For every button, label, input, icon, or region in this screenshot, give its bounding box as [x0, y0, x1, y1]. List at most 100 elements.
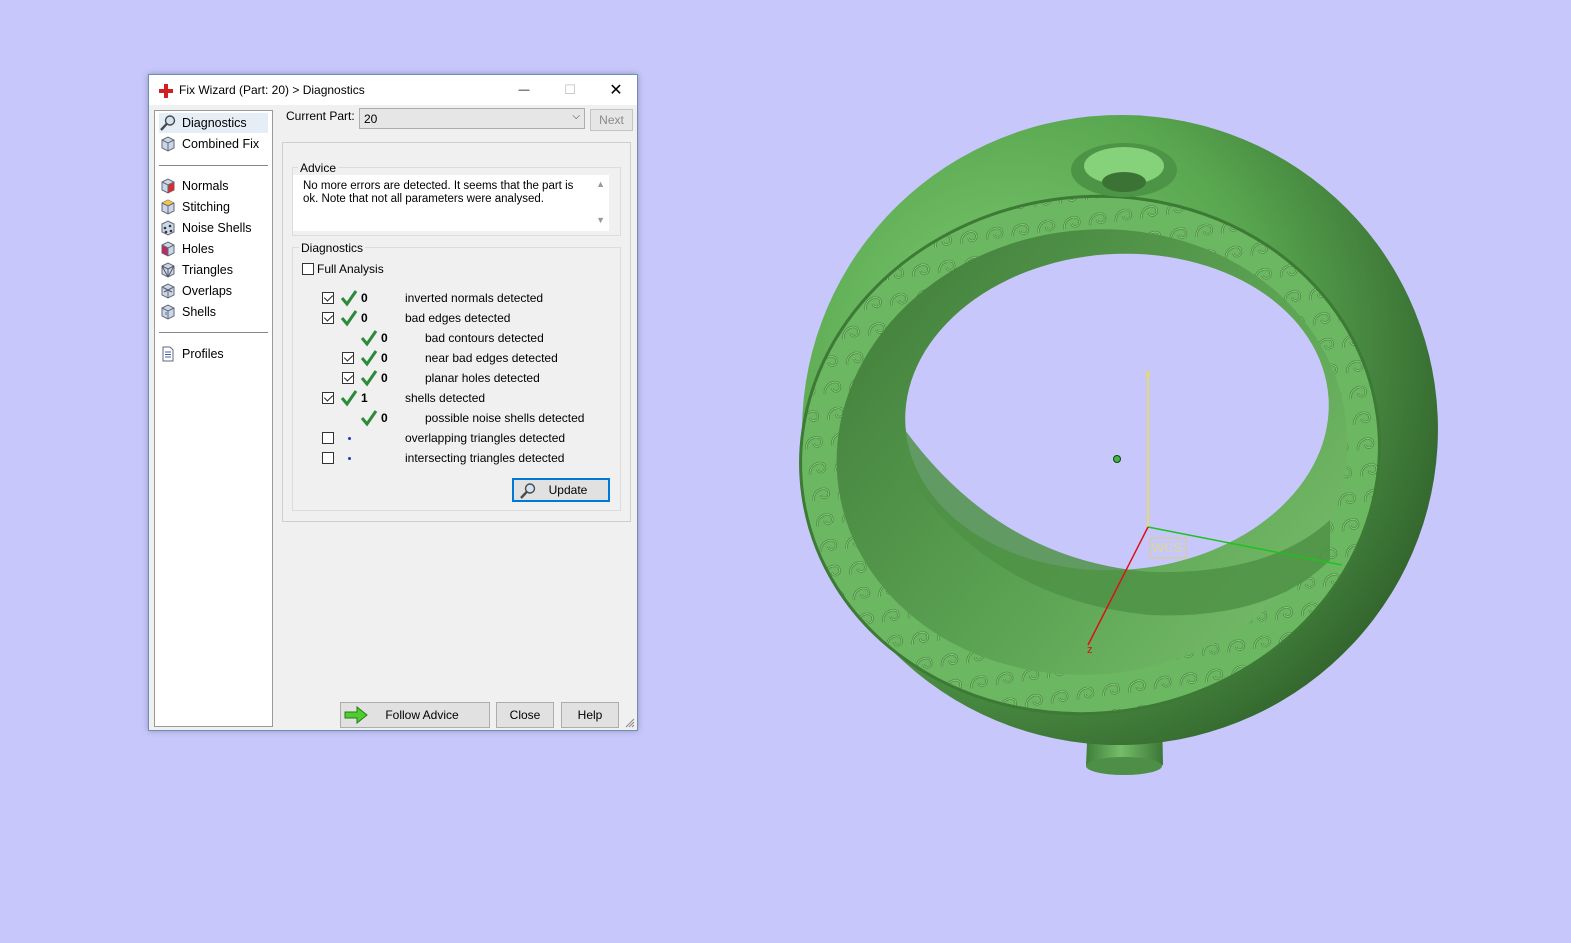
resize-grip-icon[interactable] [625, 718, 635, 728]
maximize-icon: ☐ [564, 82, 576, 97]
check-ok-icon [340, 390, 358, 407]
nav-item-shells[interactable]: Shells [159, 302, 268, 322]
shells-cube-icon [159, 303, 177, 321]
close-window-button[interactable]: ✕ [593, 75, 639, 105]
follow-advice-label: Follow Advice [385, 708, 459, 722]
bad-contours-label: bad contours detected [425, 331, 544, 345]
axis-y-label: y [1145, 368, 1151, 380]
nav-item-label: Shells [182, 305, 217, 319]
nav-item-label: Holes [182, 242, 214, 256]
magnifier-icon [159, 114, 177, 132]
bad-edges-count: 0 [361, 311, 368, 325]
bad-contours-count: 0 [381, 331, 388, 345]
red-cross-icon [159, 84, 173, 98]
nav-item-label: Noise Shells [182, 221, 252, 235]
nav-divider [159, 165, 268, 166]
minimize-button[interactable]: — [501, 75, 547, 105]
wcs-label: WCS [1152, 540, 1183, 555]
bad-edges-label: bad edges detected [405, 311, 511, 325]
nav-item-overlaps[interactable]: Overlaps [159, 281, 268, 301]
magnifier-icon [520, 483, 536, 499]
current-part-label: Current Part: [286, 109, 355, 123]
close-button-label: Close [509, 708, 541, 722]
not-analysed-dot-icon [348, 437, 351, 440]
overlapping-triangles-label: overlapping triangles detected [405, 431, 566, 445]
current-part-value: 20 [364, 112, 378, 126]
cube-icon [159, 135, 177, 153]
advice-textbox[interactable]: No more errors are detected. It seems th… [293, 175, 609, 231]
next-button[interactable]: Next [590, 109, 633, 131]
noise-shells-icon [159, 219, 177, 237]
nav-item-holes[interactable]: Holes [159, 239, 268, 259]
nav-item-triangles[interactable]: Triangles [159, 260, 268, 280]
nav-item-noise-shells[interactable]: Noise Shells [159, 218, 268, 238]
nav-item-diagnostics[interactable]: Diagnostics [159, 113, 268, 133]
check-ok-icon [360, 370, 378, 387]
nav-item-profiles[interactable]: Profiles [159, 344, 268, 364]
planar-holes-count: 0 [381, 371, 388, 385]
nav-item-label: Diagnostics [182, 116, 247, 130]
noise-shells-label: possible noise shells detected [425, 411, 585, 425]
check-ok-icon [360, 330, 378, 347]
close-icon: ✕ [609, 82, 623, 99]
update-button[interactable]: Update [512, 478, 610, 502]
fix-wizard-window: Fix Wizard (Part: 20) > Diagnostics — ☐ … [148, 74, 638, 731]
overlaps-cube-icon [159, 282, 177, 300]
shells-label: shells detected [405, 391, 486, 405]
holes-cube-icon [159, 240, 177, 258]
advice-text: No more errors are detected. It seems th… [303, 180, 574, 205]
scroll-up-icon[interactable]: ▲ [596, 179, 605, 189]
update-button-label: Update [548, 483, 588, 497]
model-top-boss [1071, 143, 1177, 197]
full-analysis-label: Full Analysis [317, 262, 384, 276]
nav-item-label: Overlaps [182, 284, 233, 298]
full-analysis-checkbox[interactable] [302, 263, 314, 275]
nav-item-label: Stitching [182, 200, 230, 214]
nav-item-stitching[interactable]: Stitching [159, 197, 268, 217]
near-bad-edges-count: 0 [381, 351, 388, 365]
nav-item-combined-fix[interactable]: Combined Fix [159, 134, 268, 154]
nav-item-label: Triangles [182, 263, 233, 277]
diagnostics-title: Diagnostics [299, 241, 366, 255]
maximize-button[interactable]: ☐ [547, 75, 593, 105]
scroll-down-icon[interactable]: ▼ [596, 215, 605, 225]
near-bad-edges-label: near bad edges detected [425, 351, 558, 365]
wizard-nav: Diagnostics Combined Fix Normals Stitchi… [154, 110, 273, 727]
window-title: Fix Wizard (Part: 20) > Diagnostics [179, 83, 365, 97]
stitching-cube-icon [159, 198, 177, 216]
planar-holes-checkbox[interactable] [342, 372, 354, 384]
nav-item-label: Combined Fix [182, 137, 260, 151]
help-button[interactable]: Help [561, 702, 619, 728]
current-part-select[interactable]: 20 ⌵ [359, 108, 585, 129]
document-icon [159, 345, 177, 363]
intersecting-triangles-checkbox[interactable] [322, 452, 334, 464]
chevron-down-icon: ⌵ [572, 111, 580, 122]
check-ok-icon [340, 310, 358, 327]
minimize-icon: — [518, 84, 530, 96]
not-analysed-dot-icon [348, 457, 351, 460]
inverted-normals-checkbox[interactable] [322, 292, 334, 304]
axis-z-label: z [1087, 644, 1093, 656]
overlapping-triangles-checkbox[interactable] [322, 432, 334, 444]
noise-shells-count: 0 [381, 411, 388, 425]
normals-cube-icon [159, 177, 177, 195]
follow-advice-button[interactable]: Follow Advice [340, 702, 490, 728]
nav-item-normals[interactable]: Normals [159, 176, 268, 196]
bad-edges-checkbox[interactable] [322, 312, 334, 324]
green-arrow-icon [344, 706, 368, 724]
check-ok-icon [340, 290, 358, 307]
check-ok-icon [360, 410, 378, 427]
close-button[interactable]: Close [496, 702, 554, 728]
help-button-label: Help [577, 708, 603, 722]
title-bar[interactable]: Fix Wizard (Part: 20) > Diagnostics — ☐ … [149, 75, 637, 105]
near-bad-edges-checkbox[interactable] [342, 352, 354, 364]
shells-checkbox[interactable] [322, 392, 334, 404]
nav-item-label: Normals [182, 179, 229, 193]
planar-holes-label: planar holes detected [425, 371, 540, 385]
check-ok-icon [360, 350, 378, 367]
shells-count: 1 [361, 391, 368, 405]
nav-item-label: Profiles [182, 347, 224, 361]
triangles-cube-icon [159, 261, 177, 279]
advice-title: Advice [298, 161, 339, 175]
nav-divider [159, 332, 268, 333]
